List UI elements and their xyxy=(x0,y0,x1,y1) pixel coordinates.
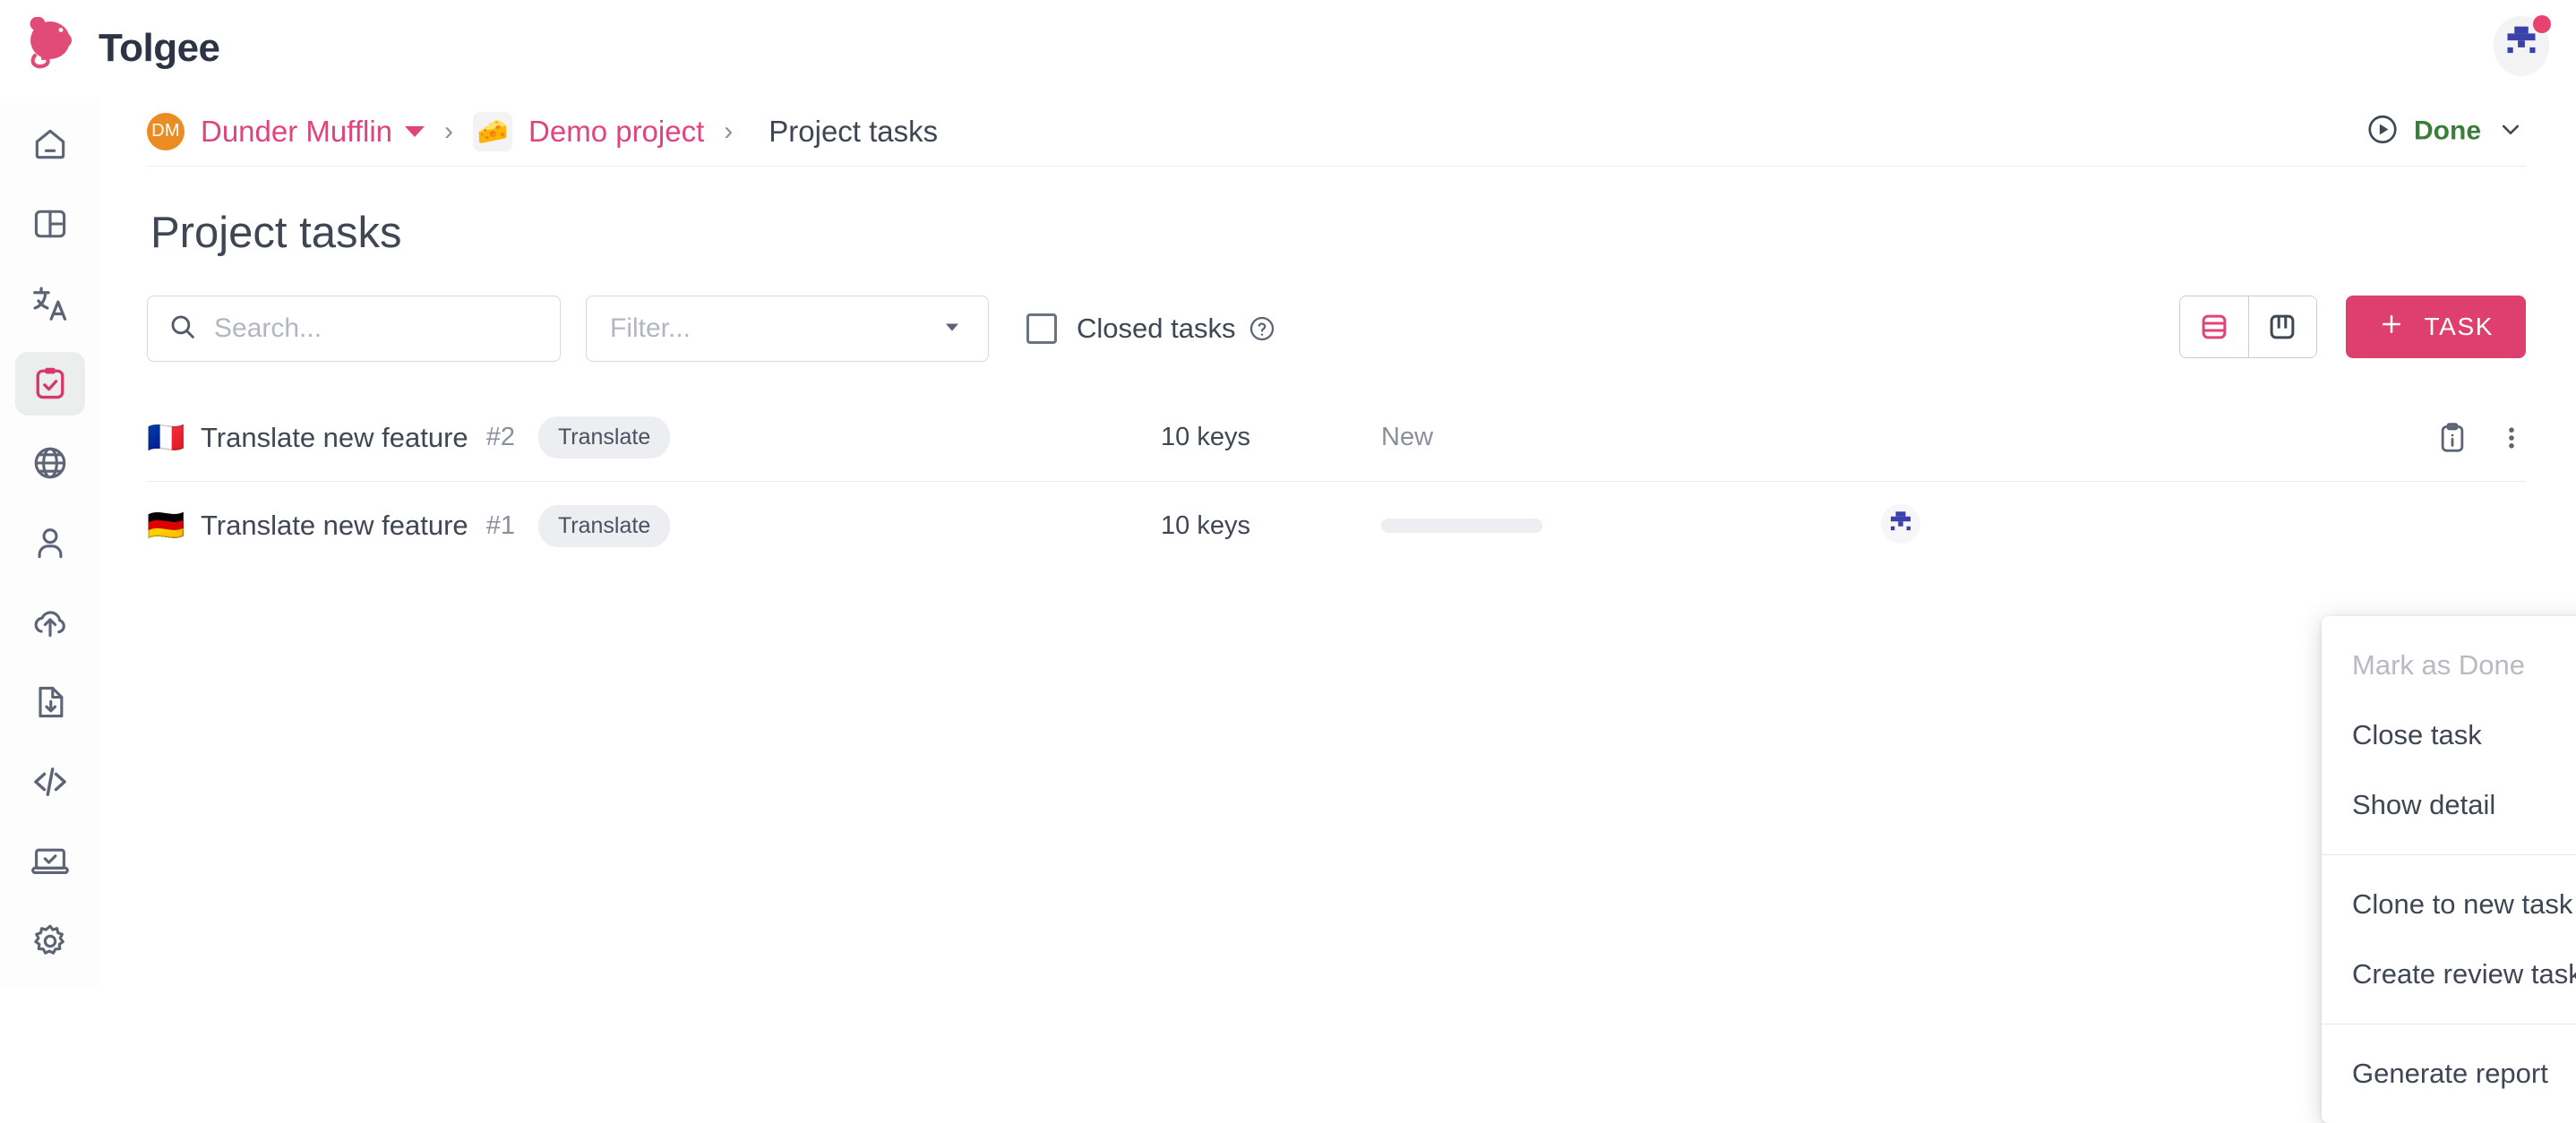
project-state-label: Done xyxy=(2414,116,2481,147)
sidebar-item-import[interactable] xyxy=(15,590,85,654)
task-number: #1 xyxy=(486,511,515,541)
laptop-check-icon xyxy=(30,842,70,881)
task-name: Translate new feature xyxy=(201,510,468,542)
menu-item-close-task[interactable]: Close task xyxy=(2322,700,2576,770)
breadcrumb: DM Dunder Mufflin › 🧀 Demo project › Pro… xyxy=(147,97,2526,167)
clipboard-detail-icon[interactable] xyxy=(2434,420,2470,456)
gear-icon xyxy=(30,922,70,961)
play-circle-icon xyxy=(2366,112,2400,150)
search-icon xyxy=(167,312,198,347)
app-logo-group[interactable]: Tolgee xyxy=(23,17,220,80)
translate-icon xyxy=(30,283,71,324)
tolgee-mouse-logo-icon xyxy=(23,17,79,80)
main-content: DM Dunder Mufflin › 🧀 Demo project › Pro… xyxy=(100,97,2576,989)
closed-tasks-label: Closed tasks xyxy=(1077,313,1235,345)
left-nav-rail xyxy=(0,97,100,989)
breadcrumb-separator: › xyxy=(444,116,453,147)
sidebar-item-translations[interactable] xyxy=(15,272,85,336)
top-bar: Tolgee xyxy=(0,0,2576,97)
search-field[interactable] xyxy=(147,296,561,362)
app-name: Tolgee xyxy=(99,26,220,71)
caret-down-icon[interactable] xyxy=(940,314,965,344)
task-assignee-avatar[interactable] xyxy=(1881,504,1920,548)
task-language-flag: 🇫🇷 xyxy=(147,423,193,453)
notification-dot-icon xyxy=(2533,15,2551,33)
task-language-flag: 🇩🇪 xyxy=(147,510,193,541)
menu-item-generate-report[interactable]: Generate report xyxy=(2322,1039,2576,1109)
cloud-upload-icon xyxy=(30,603,70,642)
help-circle-icon[interactable] xyxy=(1248,314,1276,343)
add-task-button[interactable]: TASK xyxy=(2346,296,2526,358)
list-view-button[interactable] xyxy=(2180,296,2248,357)
home-icon xyxy=(30,124,70,164)
closed-tasks-toggle[interactable]: Closed tasks xyxy=(1026,313,1276,345)
menu-item-clone-to-new-task[interactable]: Clone to new task xyxy=(2322,870,2576,939)
sidebar-item-members[interactable] xyxy=(15,511,85,575)
task-list: 🇫🇷 Translate new feature #2 Translate 10… xyxy=(147,394,2526,570)
sidebar-item-project-settings[interactable] xyxy=(15,909,85,973)
menu-item-show-detail[interactable]: Show detail xyxy=(2322,770,2576,840)
breadcrumb-current-page: Project tasks xyxy=(769,115,938,149)
code-icon xyxy=(30,761,71,802)
sidebar-item-export[interactable] xyxy=(15,670,85,733)
project-cheese-icon: 🧀 xyxy=(473,112,512,151)
user-avatar-button[interactable] xyxy=(2494,16,2553,75)
sidebar-item-tasks[interactable] xyxy=(15,352,85,416)
user-identicon-avatar[interactable] xyxy=(2494,16,2549,76)
chevron-down-icon[interactable] xyxy=(2495,114,2526,149)
breadcrumb-items: DM Dunder Mufflin › 🧀 Demo project › Pro… xyxy=(147,112,938,151)
sidebar-item-languages[interactable] xyxy=(15,432,85,495)
add-task-label: TASK xyxy=(2425,313,2494,341)
task-key-count: 10 keys xyxy=(1161,423,1250,452)
globe-icon xyxy=(30,443,70,483)
task-type-chip: Translate xyxy=(538,505,670,547)
project-state-button[interactable]: Done xyxy=(2366,112,2526,150)
sidebar-item-projects-home[interactable] xyxy=(15,113,85,176)
menu-item-create-review-task[interactable]: Create review task xyxy=(2322,939,2576,1009)
sidebar-item-dashboard[interactable] xyxy=(15,193,85,256)
board-view-icon xyxy=(2265,310,2299,344)
task-name: Translate new feature xyxy=(201,422,468,454)
sidebar-item-developer[interactable] xyxy=(15,750,85,813)
menu-divider xyxy=(2322,854,2576,855)
view-mode-toggle xyxy=(2179,296,2317,358)
more-vertical-icon[interactable] xyxy=(2497,421,2526,455)
task-context-menu: Mark as Done Close task Show detail Clon… xyxy=(2322,616,2576,1123)
task-row-actions xyxy=(2434,420,2526,456)
filter-placeholder-label: Filter... xyxy=(610,313,691,344)
task-number: #2 xyxy=(486,423,515,452)
board-view-button[interactable] xyxy=(2248,296,2316,357)
plus-icon xyxy=(2378,311,2405,344)
task-key-count: 10 keys xyxy=(1161,511,1250,541)
breadcrumb-project-link[interactable]: Demo project xyxy=(528,115,704,149)
table-row[interactable]: 🇫🇷 Translate new feature #2 Translate 10… xyxy=(147,394,2526,482)
task-type-chip: Translate xyxy=(538,416,670,459)
page-title: Project tasks xyxy=(150,208,2576,258)
caret-down-icon[interactable] xyxy=(405,126,425,137)
task-progress-bar xyxy=(1381,519,1542,533)
table-row[interactable]: 🇩🇪 Translate new feature #1 Translate 10… xyxy=(147,482,2526,570)
person-icon xyxy=(30,523,70,562)
breadcrumb-organization-link[interactable]: Dunder Mufflin xyxy=(201,115,392,149)
task-status-text: New xyxy=(1381,423,1433,452)
file-download-icon xyxy=(30,682,70,722)
filter-select[interactable]: Filter... xyxy=(586,296,989,362)
organization-avatar[interactable]: DM xyxy=(147,113,185,150)
tasks-toolbar: Filter... Closed tasks xyxy=(147,296,2526,362)
closed-tasks-checkbox[interactable] xyxy=(1026,313,1057,344)
dashboard-icon xyxy=(30,204,70,244)
search-input[interactable] xyxy=(214,313,519,344)
toolbar-right-group: TASK xyxy=(2179,296,2526,358)
breadcrumb-separator-2: › xyxy=(724,116,733,147)
list-view-icon xyxy=(2197,310,2231,344)
sidebar-item-integrate[interactable] xyxy=(15,829,85,893)
tasks-clipboard-icon xyxy=(30,364,70,403)
menu-item-mark-as-done: Mark as Done xyxy=(2322,630,2576,700)
